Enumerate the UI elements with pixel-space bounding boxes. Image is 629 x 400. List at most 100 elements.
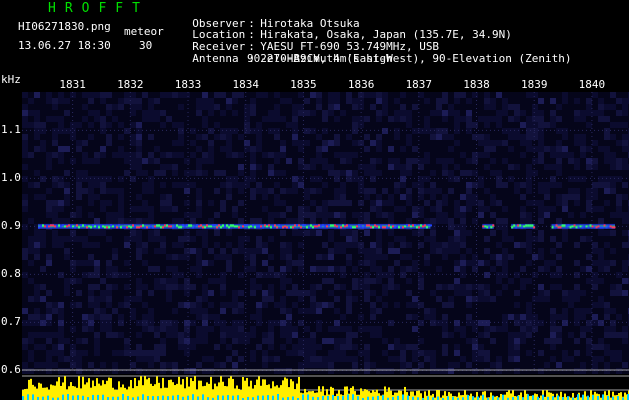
noise-cell: [130, 368, 136, 374]
noise-cell: [262, 290, 268, 296]
noise-cell: [424, 152, 430, 158]
noise-cell: [622, 146, 628, 152]
noise-cell: [46, 98, 52, 104]
trace-speckle: [312, 226, 314, 229]
noise-cell: [376, 320, 382, 326]
noise-cell: [328, 344, 334, 350]
noise-cell: [550, 338, 556, 344]
noise-cell: [214, 314, 220, 320]
noise-cell: [34, 290, 40, 296]
noise-cell: [556, 194, 562, 200]
noise-cell: [208, 212, 214, 218]
noise-cell: [472, 128, 478, 134]
noise-cell: [424, 104, 430, 110]
noise-cell: [370, 344, 376, 350]
noise-cell: [574, 176, 580, 182]
noise-cell: [442, 152, 448, 158]
noise-cell: [196, 254, 202, 260]
noise-cell: [76, 362, 82, 368]
noise-cell: [346, 368, 352, 374]
noise-cell: [520, 212, 526, 218]
noise-cell: [526, 356, 532, 362]
noise-cell: [586, 164, 592, 170]
noise-cell: [364, 206, 370, 212]
noise-cell: [190, 260, 196, 266]
trace-speckle: [78, 226, 80, 229]
noise-cell: [220, 344, 226, 350]
noise-cell: [514, 98, 520, 104]
noise-cell: [166, 134, 172, 140]
noise-cell: [562, 236, 568, 242]
noise-cell: [28, 182, 34, 188]
noise-cell: [112, 296, 118, 302]
noise-cell: [352, 134, 358, 140]
trace-speckle: [296, 224, 298, 227]
noise-cell: [166, 308, 172, 314]
noise-cell: [316, 284, 322, 290]
noise-cell: [274, 98, 280, 104]
noise-cell: [622, 242, 628, 248]
noise-cell: [448, 296, 454, 302]
noise-cell: [256, 188, 262, 194]
noise-cell: [292, 344, 298, 350]
noise-cell: [598, 296, 604, 302]
noise-cell: [34, 152, 40, 158]
noise-cell: [244, 110, 250, 116]
noise-cell: [406, 188, 412, 194]
noise-cell: [472, 344, 478, 350]
noise-cell: [136, 314, 142, 320]
noise-cell: [370, 182, 376, 188]
trace-speckle: [110, 224, 112, 227]
noise-cell: [172, 332, 178, 338]
noise-cell: [568, 152, 574, 158]
noise-cell: [340, 188, 346, 194]
noise-cell: [388, 308, 394, 314]
noise-cell: [178, 104, 184, 110]
noise-cell: [166, 248, 172, 254]
noise-cell: [430, 290, 436, 296]
noise-cell: [400, 152, 406, 158]
noise-cell: [532, 164, 538, 170]
noise-cell: [424, 110, 430, 116]
noise-cell: [442, 278, 448, 284]
noise-cell: [214, 290, 220, 296]
noise-cell: [412, 272, 418, 278]
trace-speckle: [392, 225, 394, 228]
noise-cell: [244, 146, 250, 152]
noise-cell: [148, 338, 154, 344]
noise-cell: [202, 284, 208, 290]
noise-cell: [220, 194, 226, 200]
noise-cell: [286, 188, 292, 194]
noise-cell: [202, 356, 208, 362]
noise-cell: [304, 362, 310, 368]
noise-cell: [46, 110, 52, 116]
noise-cell: [172, 314, 178, 320]
noise-cell: [274, 230, 280, 236]
noise-cell: [448, 272, 454, 278]
noise-cell: [196, 290, 202, 296]
noise-cell: [76, 134, 82, 140]
noise-cell: [346, 206, 352, 212]
noise-cell: [466, 242, 472, 248]
noise-cell: [22, 200, 28, 206]
noise-cell: [172, 104, 178, 110]
noise-cell: [526, 290, 532, 296]
noise-cell: [376, 296, 382, 302]
noise-cell: [580, 200, 586, 206]
noise-cell: [412, 338, 418, 344]
noise-cell: [28, 194, 34, 200]
noise-cell: [514, 176, 520, 182]
noise-cell: [514, 236, 520, 242]
noise-cell: [532, 212, 538, 218]
noise-cell: [94, 140, 100, 146]
noise-cell: [232, 266, 238, 272]
noise-cell: [160, 314, 166, 320]
noise-cell: [592, 272, 598, 278]
noise-cell: [316, 182, 322, 188]
noise-cell: [604, 128, 610, 134]
noise-cell: [406, 308, 412, 314]
noise-cell: [574, 188, 580, 194]
noise-cell: [34, 98, 40, 104]
noise-cell: [610, 332, 616, 338]
noise-cell: [514, 314, 520, 320]
